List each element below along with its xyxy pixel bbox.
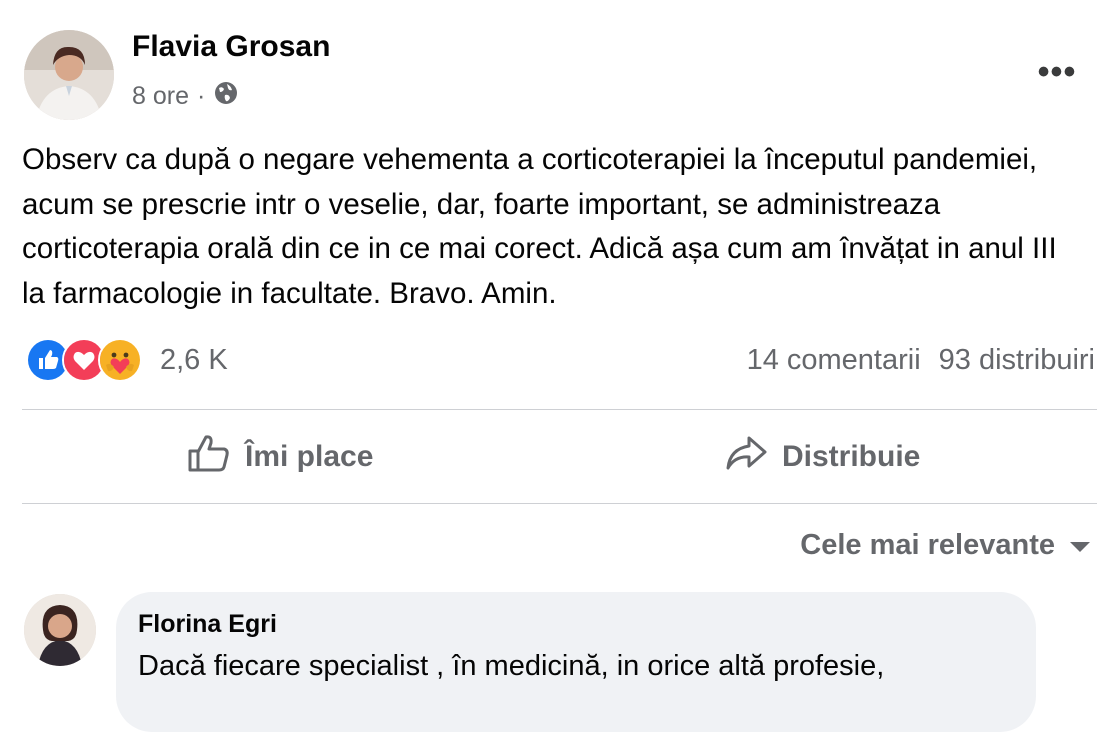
share-button[interactable]: Distribuie [724,432,920,482]
post-time[interactable]: 8 ore [132,82,189,111]
author-avatar[interactable] [24,30,114,120]
divider [22,409,1097,410]
more-options-button[interactable]: ••• [1032,55,1082,89]
comment-sort-label: Cele mai relevante [800,528,1055,561]
caret-down-icon [1069,529,1091,562]
post-meta: 8 ore · [132,80,239,112]
commenter-avatar-image [24,594,96,666]
like-button[interactable]: Îmi place [187,432,373,482]
share-button-label: Distribuie [782,440,921,473]
divider [22,503,1097,504]
author-avatar-image [24,30,114,120]
comment-author[interactable]: Florina Egri [138,610,277,639]
comments-count[interactable]: 14 comentarii [747,344,921,377]
care-reaction-icon [98,338,142,382]
comment-sort-dropdown[interactable]: Cele mai relevante [800,525,1091,565]
reaction-count[interactable]: 2,6 K [160,344,228,377]
share-arrow-icon [724,433,768,481]
reactions-summary[interactable]: 2,6 K [26,337,228,383]
globe-icon [213,80,239,113]
post-text: Observ ca după o negare vehementa a cort… [22,143,1057,310]
thumbs-up-icon [187,433,231,481]
shares-count[interactable]: 93 distribuiri [939,344,1095,377]
commenter-avatar[interactable] [24,594,96,666]
comment-text: Dacă fiecare specialist , în medicină, i… [138,650,885,682]
author-name[interactable]: Flavia Grosan [132,30,330,64]
meta-separator: · [196,81,206,110]
like-button-label: Îmi place [245,440,374,473]
post-stats: 14 comentarii 93 distribuiri [747,340,1095,380]
